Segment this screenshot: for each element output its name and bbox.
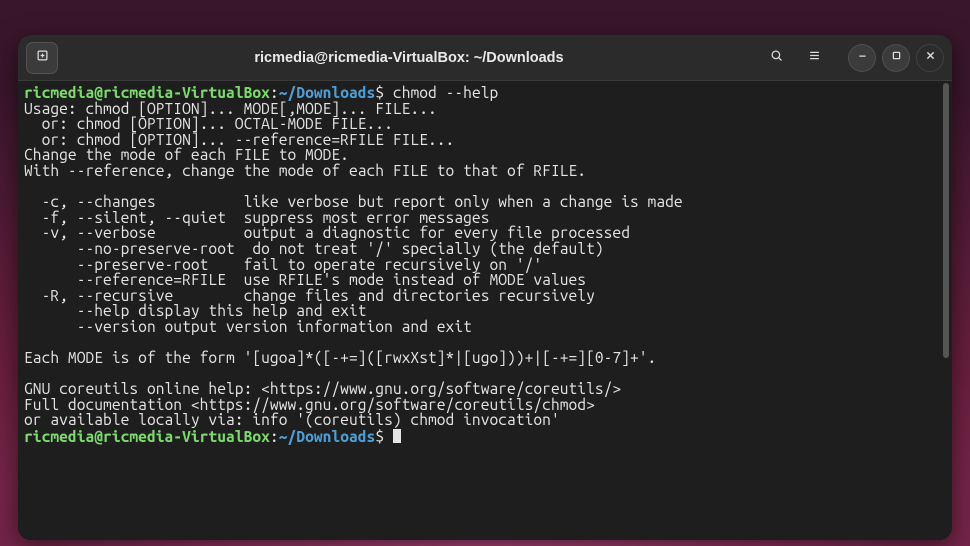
prompt-path: ~/Downloads [279,427,376,445]
titlebar: ricmedia@ricmedia-VirtualBox: ~/Download… [18,35,952,81]
search-icon [769,48,784,68]
maximize-icon [889,48,904,68]
output-line: Each MODE is of the form '[ugoa]*([-+=](… [24,348,656,366]
terminal-body[interactable]: ricmedia@ricmedia-VirtualBox:~/Downloads… [18,81,952,540]
prompt-sigil: $ [375,427,393,445]
output-line: With --reference, change the mode of eac… [24,161,586,179]
prompt-user-host: ricmedia@ricmedia-VirtualBox [24,427,270,445]
terminal-text: ricmedia@ricmedia-VirtualBox:~/Downloads… [18,81,952,445]
prompt-sep: : [270,427,279,445]
output-line: or available locally via: info '(coreuti… [24,410,560,428]
search-button[interactable] [760,42,792,74]
new-tab-icon [35,48,50,68]
terminal-window: ricmedia@ricmedia-VirtualBox: ~/Download… [18,35,952,540]
minimize-button[interactable] [848,44,876,72]
new-tab-button[interactable] [26,42,58,74]
scrollbar-thumb[interactable] [943,83,949,358]
menu-button[interactable] [798,42,830,74]
close-button[interactable] [916,44,944,72]
close-icon [923,48,938,68]
window-title: ricmedia@ricmedia-VirtualBox: ~/Download… [58,50,760,66]
output-line: --version output version information and… [24,317,472,335]
maximize-button[interactable] [882,44,910,72]
terminal-cursor [393,429,401,443]
hamburger-menu-icon [807,48,822,68]
minimize-icon [855,48,870,68]
